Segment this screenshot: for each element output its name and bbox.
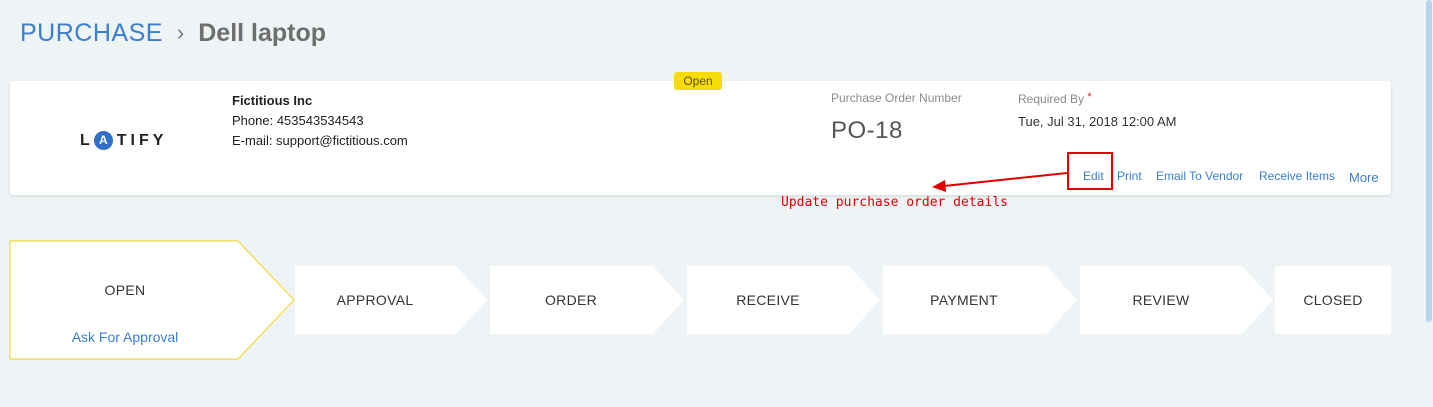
vendor-logo: L A TIFY: [80, 131, 168, 150]
po-number: PO-18: [831, 117, 903, 144]
required-by-block: Required By * Tue, Jul 31, 2018 12:00 AM: [1018, 91, 1208, 132]
receive-items-button[interactable]: Receive Items: [1259, 169, 1335, 183]
vendor-name: Fictitious Inc: [232, 93, 313, 108]
stage-review[interactable]: REVIEW: [1080, 292, 1242, 308]
breadcrumb-purchase-link[interactable]: PURCHASE: [20, 19, 163, 48]
annotation-arrow-icon: [932, 172, 1068, 192]
page-title: Dell laptop: [198, 18, 327, 47]
stage-order[interactable]: ORDER: [490, 292, 652, 308]
purchase-order-card: L A TIFY Fictitious Inc Phone: 45354353454…: [10, 81, 1391, 195]
scrollbar-thumb[interactable]: [1426, 0, 1432, 322]
po-number-label: Purchase Order Number: [831, 91, 962, 105]
breadcrumb: PURCHASE › Dell laptop: [20, 16, 326, 50]
required-by-label-text: Required By: [1018, 92, 1085, 106]
vendor-email: E-mail: support@fictitious.com: [232, 133, 408, 148]
po-number-block: Purchase Order Number PO-18: [831, 91, 962, 145]
stage-open[interactable]: OPEN: [10, 282, 240, 298]
vendor-phone: Phone: 453543534543: [232, 113, 364, 128]
required-by-label: Required By *: [1018, 91, 1208, 106]
page-scrollbar[interactable]: [1425, 0, 1433, 407]
required-star: *: [1087, 91, 1092, 103]
order-stage-flow: OPEN Ask For Approval APPROVAL ORDER REC…: [0, 240, 1400, 362]
annotation-highlight-box: [1067, 152, 1113, 190]
annotation-text: Update purchase order details: [781, 195, 1008, 210]
chevron-right-icon: ›: [176, 20, 185, 45]
ask-for-approval-link[interactable]: Ask For Approval: [10, 329, 240, 345]
print-button[interactable]: Print: [1117, 169, 1142, 183]
required-by-value: Tue, Jul 31, 2018 12:00 AM: [1018, 114, 1177, 129]
stage-closed[interactable]: CLOSED: [1275, 292, 1391, 308]
stage-receive[interactable]: RECEIVE: [687, 292, 849, 308]
vendor-details: Fictitious Inc Phone: 453543534543 E-mai…: [232, 91, 408, 151]
email-to-vendor-button[interactable]: Email To Vendor: [1156, 169, 1243, 183]
stage-approval[interactable]: APPROVAL: [295, 292, 455, 308]
stage-payment[interactable]: PAYMENT: [883, 292, 1045, 308]
more-menu-button[interactable]: More: [1349, 170, 1379, 185]
status-badge: Open: [674, 72, 722, 90]
